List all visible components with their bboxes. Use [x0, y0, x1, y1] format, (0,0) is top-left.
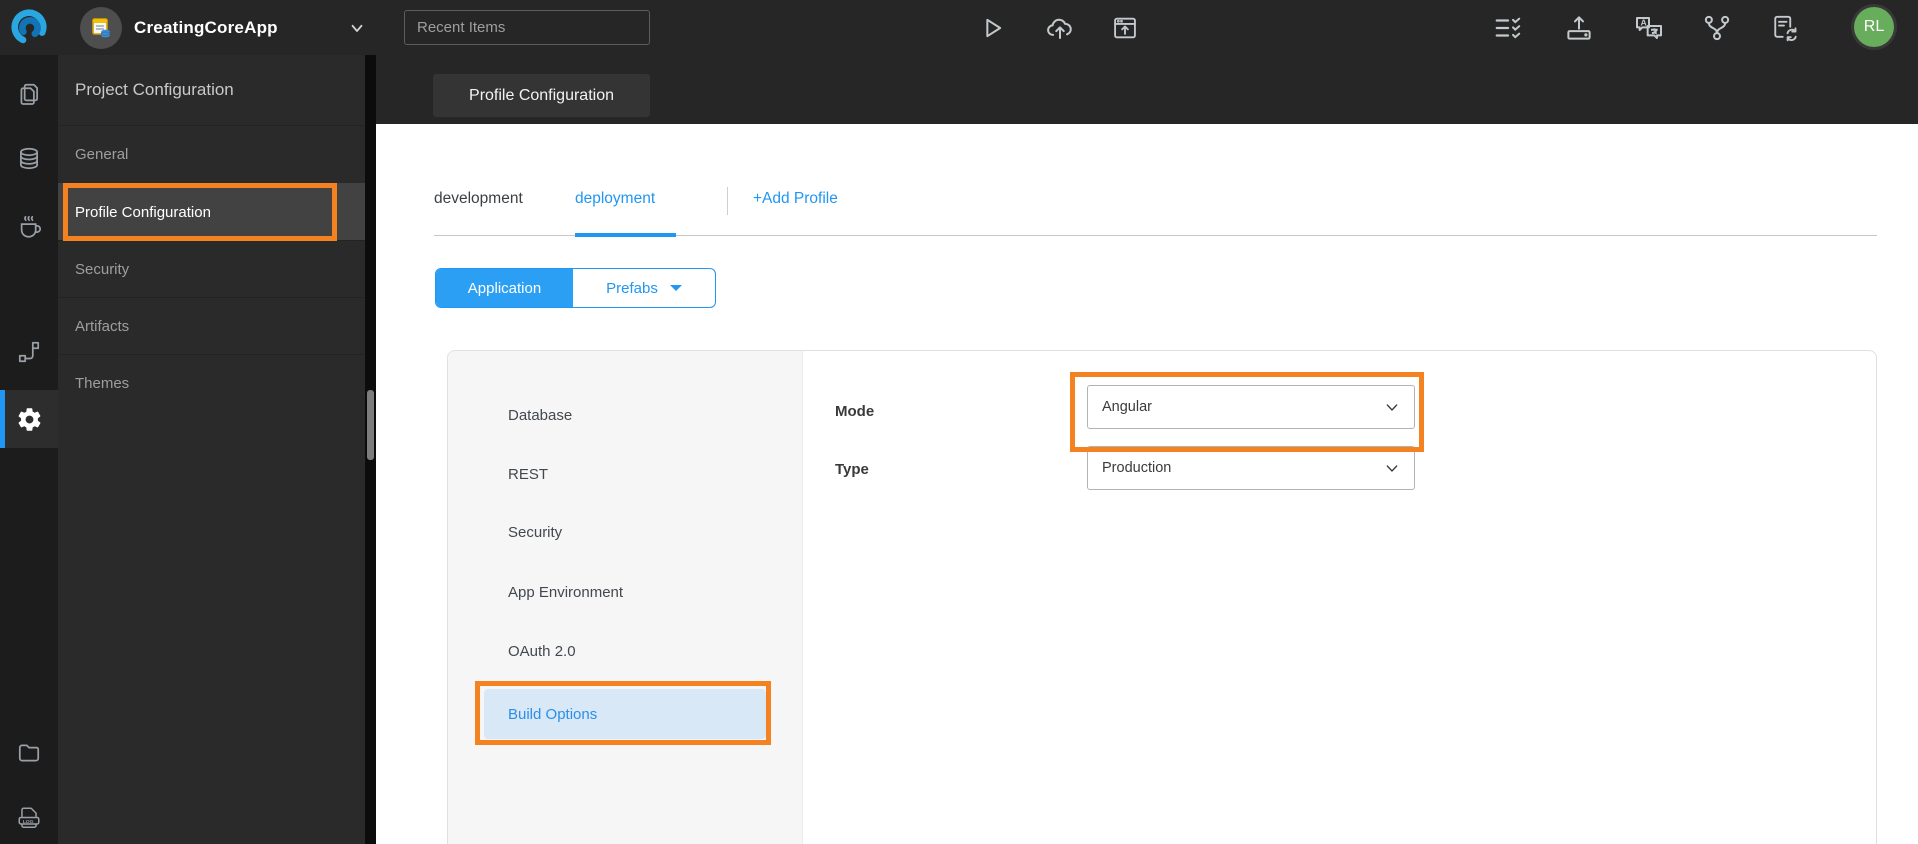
- sidebar-item-profile-configuration[interactable]: Profile Configuration: [58, 183, 365, 240]
- sidebar-item-security[interactable]: Security: [58, 240, 365, 297]
- settings-nav-rest[interactable]: REST: [448, 456, 803, 492]
- profile-settings-card: Database REST Security App Environment O…: [447, 350, 1877, 844]
- translate-chat-icon[interactable]: A: [1631, 0, 1667, 55]
- checklist-icon[interactable]: [1491, 0, 1525, 55]
- vcs-branch-icon[interactable]: [1700, 0, 1734, 55]
- scope-toggle: Application Prefabs: [435, 268, 716, 308]
- database-icon[interactable]: [0, 130, 58, 188]
- settings-nav-oauth[interactable]: OAuth 2.0: [448, 633, 803, 669]
- pages-icon[interactable]: [0, 66, 58, 124]
- wavemaker-logo-icon[interactable]: [10, 8, 48, 46]
- publish-window-icon[interactable]: [1108, 0, 1142, 55]
- app-window: CreatingCoreApp Recent Items A RL LOG Pr…: [0, 0, 1918, 844]
- toggle-application-button[interactable]: Application: [436, 269, 573, 307]
- type-select[interactable]: Production: [1087, 446, 1415, 490]
- topbar: CreatingCoreApp Recent Items A RL: [0, 0, 1918, 55]
- sidebar-item-artifacts[interactable]: Artifacts: [58, 297, 365, 354]
- logs-icon[interactable]: LOG: [0, 789, 58, 844]
- left-icon-rail: LOG: [0, 55, 58, 844]
- mode-select[interactable]: Angular: [1087, 385, 1415, 429]
- editor-tabstrip: Profile Configuration: [376, 55, 1918, 124]
- settings-nav-database[interactable]: Database: [448, 397, 803, 433]
- mode-select-chevron-icon: [1386, 404, 1398, 411]
- settings-nav-app-environment[interactable]: App Environment: [448, 574, 803, 610]
- cloud-deploy-icon[interactable]: [1043, 0, 1077, 55]
- sidebar-scrollbar-thumb[interactable]: [367, 390, 374, 460]
- svg-text:LOG: LOG: [23, 819, 34, 825]
- sidebar-item-general[interactable]: General: [58, 125, 365, 182]
- project-chevron-down-icon[interactable]: [344, 0, 370, 55]
- svg-text:A: A: [1640, 17, 1647, 27]
- export-icon[interactable]: [1562, 0, 1596, 55]
- project-avatar-icon[interactable]: [80, 7, 122, 49]
- java-services-icon[interactable]: [0, 198, 58, 256]
- tab-separator: [727, 187, 728, 215]
- add-profile-button[interactable]: +Add Profile: [753, 184, 838, 214]
- type-label: Type: [835, 460, 869, 478]
- settings-nav-build-options[interactable]: Build Options: [484, 689, 766, 739]
- settings-nav-security[interactable]: Security: [448, 514, 803, 550]
- tab-profile-configuration[interactable]: Profile Configuration: [433, 74, 650, 117]
- toggle-prefabs-button[interactable]: Prefabs: [573, 269, 715, 307]
- user-avatar[interactable]: RL: [1854, 7, 1894, 47]
- project-config-sidebar: Project Configuration General Profile Co…: [58, 55, 365, 844]
- active-tab-underline: [575, 233, 676, 237]
- file-explorer-icon[interactable]: [0, 724, 58, 782]
- settings-nav-panel: Database REST Security App Environment O…: [448, 351, 803, 844]
- prefabs-caret-down-icon: [669, 285, 682, 291]
- profile-tab-development[interactable]: development: [434, 184, 523, 214]
- run-preview-icon[interactable]: [976, 0, 1008, 55]
- settings-icon[interactable]: [0, 390, 58, 448]
- user-initials: RL: [1863, 18, 1885, 35]
- profile-tab-deployment[interactable]: deployment: [575, 184, 655, 214]
- apis-flow-icon[interactable]: [0, 323, 58, 381]
- mode-select-value: Angular: [1102, 399, 1152, 415]
- type-select-value: Production: [1102, 460, 1172, 476]
- mode-label: Mode: [835, 402, 875, 420]
- sidebar-item-themes[interactable]: Themes: [58, 354, 365, 411]
- type-select-chevron-icon: [1386, 465, 1398, 472]
- changelog-sync-icon[interactable]: [1767, 0, 1801, 55]
- prefabs-label: Prefabs: [606, 279, 658, 297]
- recent-items-input[interactable]: [404, 10, 650, 45]
- project-name[interactable]: CreatingCoreApp: [134, 0, 278, 55]
- sidebar-title: Project Configuration: [75, 80, 234, 99]
